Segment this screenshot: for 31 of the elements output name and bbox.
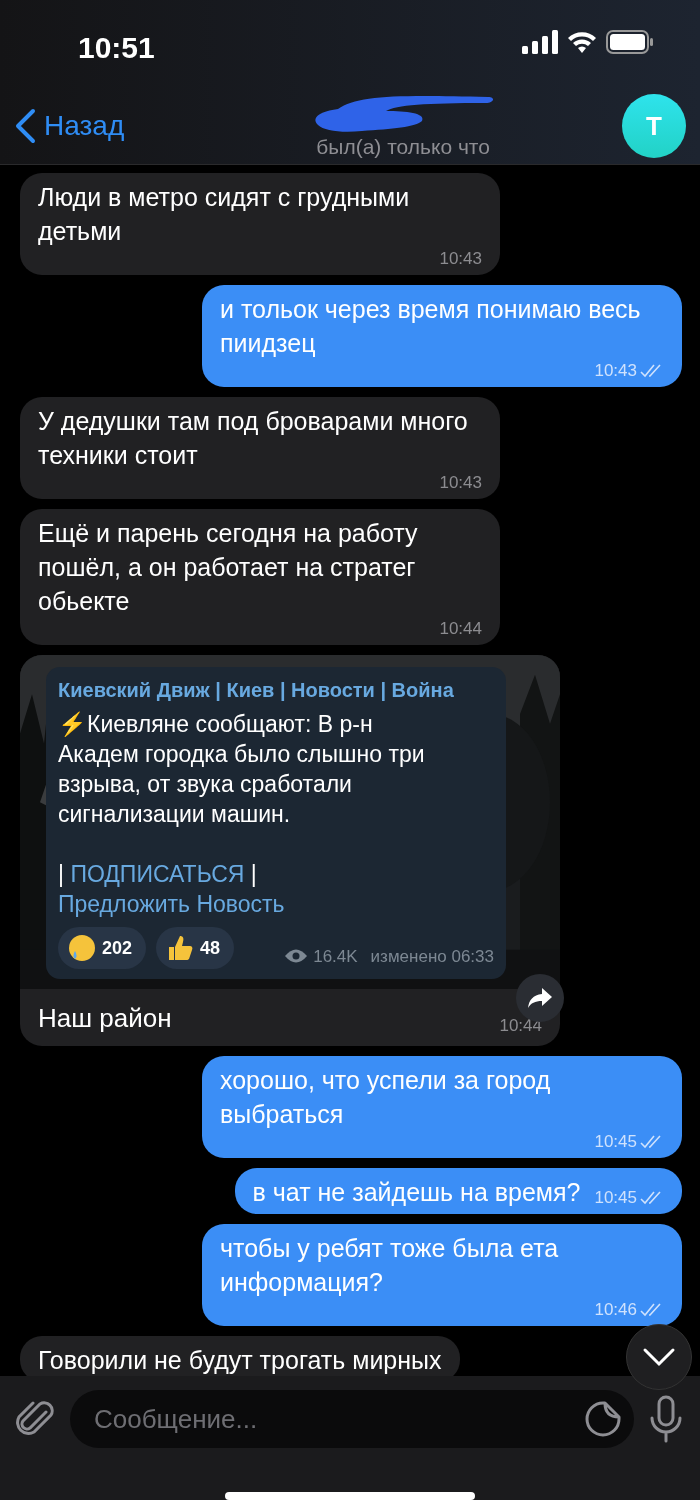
reaction-button[interactable]: 202 (58, 927, 147, 969)
back-button[interactable]: Назад (14, 105, 125, 147)
message-time: 10:46 (594, 1299, 637, 1321)
message-time: 10:43 (439, 248, 482, 270)
channel-name[interactable]: Киевский Движ | Киев | Новости | Война (58, 675, 494, 705)
message-text: Ещё и парень сегодня на работу пошёл, а он работает на стратег обьекте (38, 518, 419, 617)
reaction-button[interactable]: 48 (156, 927, 235, 969)
separator: | (58, 861, 64, 887)
post-link[interactable]: Предложить Новость (58, 891, 285, 917)
message-text: чтобы у ребят тоже была ета информация? (220, 1233, 560, 1298)
status-time: 10:51 (78, 30, 155, 66)
message-text: в чат не зайдешь на время? (252, 1177, 581, 1208)
message-time: 10:43 (594, 360, 637, 382)
post-link[interactable]: ПОДПИСАТЬСЯ (70, 861, 245, 887)
separator: | (250, 861, 257, 887)
view-count: 16.4K (313, 945, 358, 968)
message-time: 10:44 (499, 1014, 542, 1037)
message-time: 10:45 (594, 1187, 637, 1209)
message-field[interactable]: Сообщение... (70, 1390, 634, 1448)
message-text: У дедушки там под броварами много техники стоит (38, 406, 469, 471)
message-text: Наш район (38, 1002, 172, 1035)
post-text: ⚡Киевляне сообщают: В р-н Академ городка было слышно три взрыва, от звука сработали сигнализации машин. (58, 710, 426, 829)
edited-time: изменено 06:33 (370, 945, 494, 968)
contact-status: был(а) только что (316, 134, 490, 161)
message-text: и тольок через время понимаю весь пиидзец (220, 294, 642, 359)
message-text: хорошо, что успели за город выбраться (220, 1065, 552, 1130)
message-text: Люди в метро сидят с грудными детьми (38, 182, 411, 247)
message-time: 10:44 (439, 618, 482, 640)
message-text: Говорили не будут трогать мирных (38, 1345, 442, 1376)
message-time: 10:43 (439, 472, 482, 494)
message-time: 10:45 (594, 1131, 637, 1153)
